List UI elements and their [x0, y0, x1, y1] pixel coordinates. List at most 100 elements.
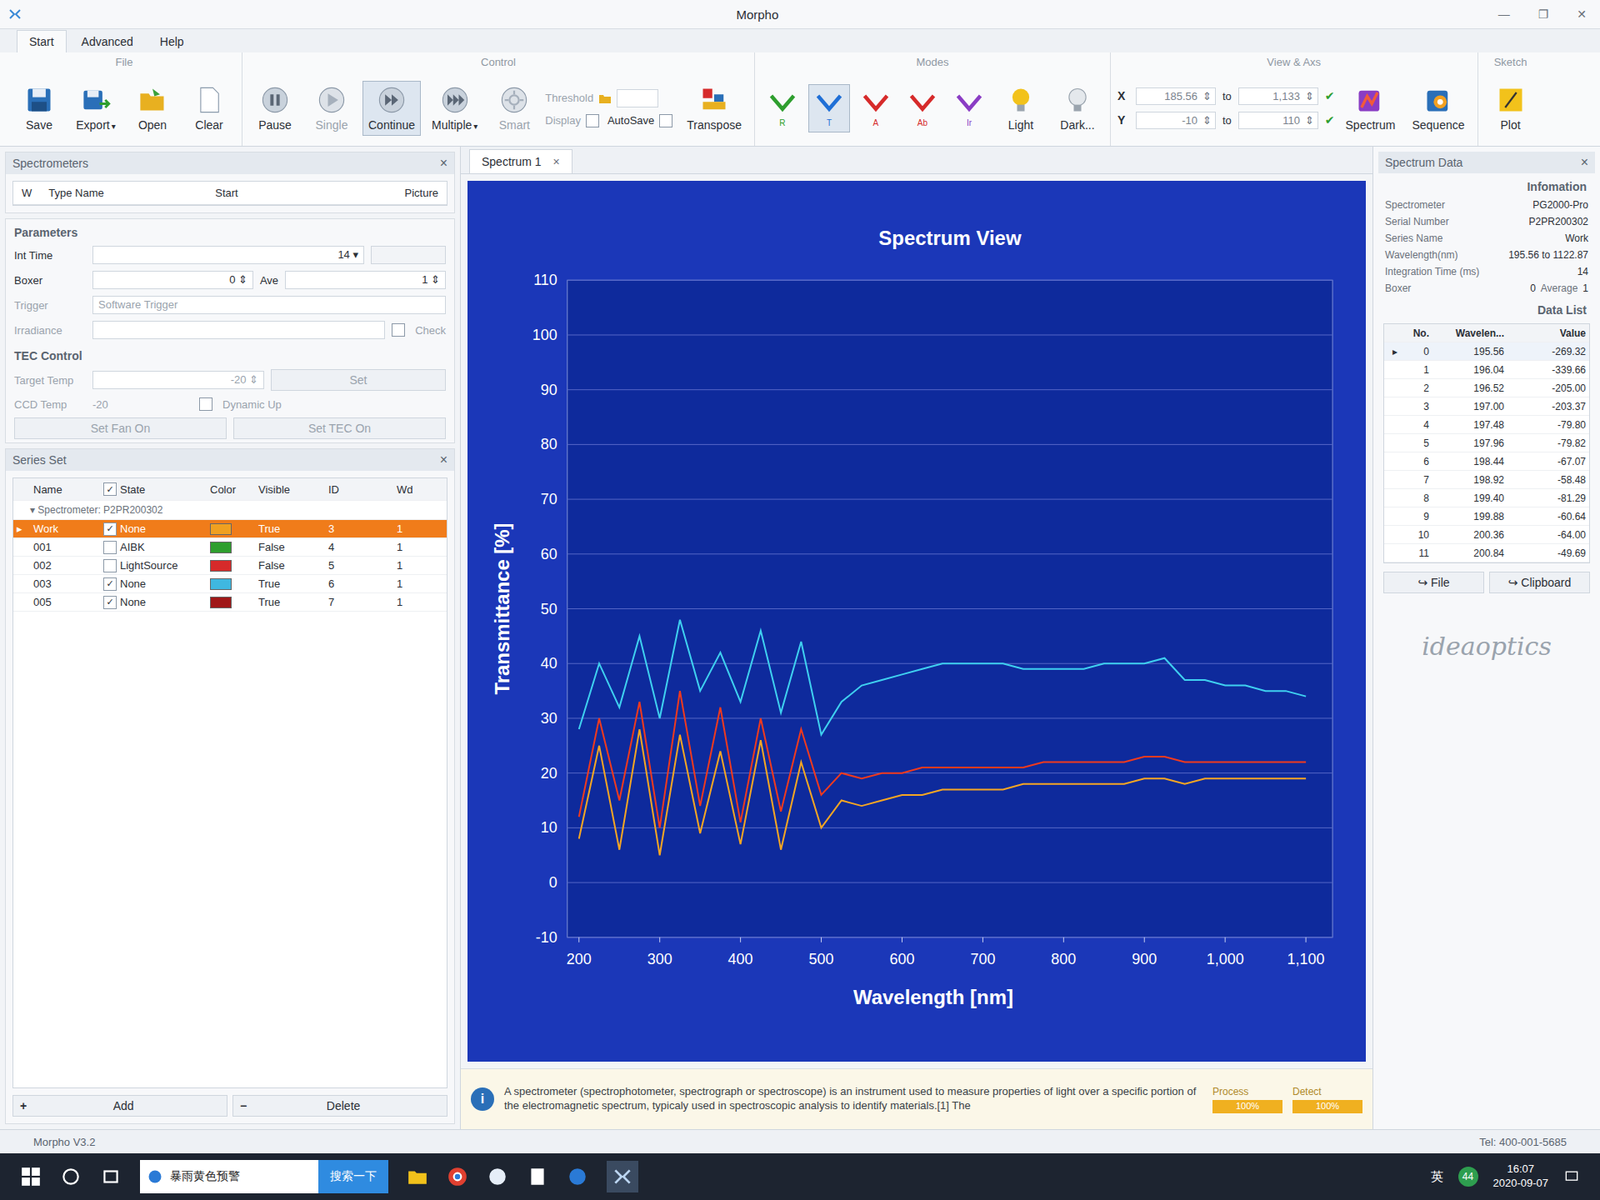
series-checkbox[interactable]: ✓	[103, 595, 117, 610]
color-swatch[interactable]	[210, 541, 232, 554]
chrome-icon[interactable]	[446, 1165, 469, 1188]
threshold-input[interactable]	[616, 89, 659, 108]
chart-canvas[interactable]: Spectrum View1101009080706050403020100-1…	[467, 180, 1366, 1062]
data-row[interactable]: 3197.00-203.37	[1384, 397, 1590, 416]
column-header[interactable]: Picture	[396, 181, 447, 205]
copy-clipboard-button[interactable]: ↪ Clipboard	[1489, 571, 1590, 594]
irradiance-input[interactable]	[92, 320, 385, 340]
series-row[interactable]: 005✓NoneTrue71	[13, 593, 447, 612]
data-row[interactable]: 10200.36-64.00	[1384, 525, 1590, 545]
series-checkbox[interactable]: ✓	[103, 522, 117, 536]
file-button[interactable]: Export▾	[70, 80, 122, 136]
select-all-checkbox[interactable]: ✓	[103, 482, 117, 496]
column-header[interactable]: Value	[1507, 327, 1590, 340]
close-tab-button[interactable]: ×	[553, 155, 560, 169]
task-view-icon[interactable]	[100, 1165, 122, 1188]
set-button[interactable]: Set	[270, 369, 446, 391]
column-header[interactable]: Wd	[393, 483, 434, 496]
add-button[interactable]: +Add	[12, 1095, 228, 1117]
color-swatch[interactable]	[210, 523, 232, 535]
folder-icon[interactable]	[406, 1165, 429, 1188]
spectrum-button[interactable]: Spectrum	[1340, 80, 1402, 136]
control-button[interactable]: Single	[305, 80, 358, 136]
column-header[interactable]: W	[13, 181, 40, 205]
mode-button[interactable]: Ab	[901, 84, 944, 133]
column-header[interactable]: Name	[30, 483, 100, 496]
document-tab[interactable]: Spectrum 1×	[469, 149, 573, 174]
transpose-button[interactable]: Transpose	[680, 80, 748, 136]
clock[interactable]: 16:072020-09-07	[1493, 1162, 1550, 1191]
window-control[interactable]: ❐	[1533, 7, 1555, 21]
axis-to-input[interactable]: 1,133⇕	[1238, 87, 1319, 105]
series-checkbox[interactable]: ✓	[103, 577, 117, 591]
mode-button[interactable]: R	[761, 84, 804, 133]
axis-to-input[interactable]: 110⇕	[1238, 111, 1319, 130]
control-button[interactable]: Pause	[249, 80, 301, 136]
file-button[interactable]: Clear	[183, 80, 235, 136]
target-temp-input[interactable]: -20 ⇕	[92, 370, 265, 390]
apply-check-icon[interactable]: ✔	[1325, 113, 1335, 127]
color-swatch[interactable]	[210, 596, 232, 609]
data-row[interactable]: 6198.44-67.07	[1384, 452, 1590, 471]
data-row[interactable]: 2196.52-205.00	[1384, 379, 1590, 398]
control-button[interactable]: Continue	[362, 80, 421, 136]
display-checkbox[interactable]	[585, 114, 600, 128]
data-row[interactable]: 5197.96-79.82	[1384, 434, 1590, 453]
series-row[interactable]: 002LightSourceFalse51	[13, 556, 447, 575]
close-button[interactable]: ×	[440, 452, 448, 468]
cortana-icon[interactable]	[60, 1165, 82, 1188]
taskbar-search[interactable]: 暴雨黄色预警搜索一下	[140, 1160, 389, 1194]
light-button[interactable]: Light	[995, 80, 1047, 136]
series-checkbox[interactable]	[103, 559, 117, 573]
column-header[interactable]: Type Name	[40, 181, 207, 205]
window-control[interactable]: ✕	[1571, 7, 1592, 21]
average-input[interactable]: 1 ⇕	[285, 270, 446, 290]
file-button[interactable]: Open	[126, 80, 179, 136]
menu-tab[interactable]: Advanced	[70, 30, 145, 53]
column-header[interactable]: Wavelen...	[1432, 327, 1508, 340]
data-row[interactable]: ▸0195.56-269.32	[1384, 342, 1590, 361]
set-fan-button[interactable]: Set Fan On	[14, 417, 227, 440]
file-button[interactable]: Save	[13, 80, 65, 136]
mode-button[interactable]: Ir	[948, 84, 990, 133]
column-header[interactable]: Start	[206, 181, 396, 205]
data-row[interactable]: 7198.92-58.48	[1384, 470, 1590, 490]
axis-from-input[interactable]: -10⇕	[1135, 111, 1216, 130]
autosave-checkbox[interactable]	[659, 114, 673, 128]
mode-button[interactable]: T	[808, 84, 850, 133]
menu-tab[interactable]: Help	[148, 30, 196, 53]
data-row[interactable]: 1196.04-339.66	[1384, 360, 1590, 380]
sequence-button[interactable]: Sequence	[1405, 80, 1470, 136]
series-row[interactable]: 001AIBKFalse41	[13, 538, 447, 557]
series-checkbox[interactable]	[103, 540, 117, 555]
apply-check-icon[interactable]: ✔	[1325, 89, 1335, 103]
check-checkbox[interactable]	[391, 323, 405, 337]
dynamic-up-checkbox[interactable]	[199, 397, 213, 411]
axis-from-input[interactable]: 185.56⇕	[1135, 87, 1216, 105]
control-button[interactable]: Multiple▾	[425, 80, 484, 136]
column-header[interactable]: Visible	[255, 483, 325, 496]
series-row[interactable]: ▸Work✓NoneTrue31	[13, 520, 447, 539]
plot-button[interactable]: Plot	[1485, 80, 1537, 136]
series-row[interactable]: 003✓NoneTrue61	[13, 575, 447, 594]
close-button[interactable]: ×	[1580, 155, 1589, 170]
morpho-taskbar-icon[interactable]	[606, 1160, 639, 1193]
int-time-input[interactable]: 14 ▾	[92, 245, 365, 265]
set-tec-button[interactable]: Set TEC On	[233, 417, 446, 440]
column-header[interactable]: ✓State	[100, 482, 207, 496]
dark-button[interactable]: Dark...	[1051, 80, 1104, 136]
edge-icon[interactable]	[566, 1165, 589, 1188]
data-row[interactable]: 8199.40-81.29	[1384, 489, 1590, 508]
document-icon[interactable]	[526, 1165, 549, 1188]
window-control[interactable]: —	[1493, 7, 1515, 21]
windows-start-icon[interactable]	[20, 1165, 42, 1188]
data-row[interactable]: 11200.84-49.69	[1384, 544, 1590, 563]
control-button[interactable]: Smart	[488, 80, 540, 136]
folder-icon[interactable]	[598, 91, 612, 105]
data-row[interactable]: 9199.88-60.64	[1384, 507, 1590, 526]
trigger-select[interactable]: Software Trigger	[92, 295, 446, 315]
search-button[interactable]: 搜索一下	[318, 1160, 389, 1194]
menu-tab[interactable]: Start	[16, 30, 67, 53]
column-header[interactable]: Color	[206, 483, 255, 496]
notification-icon[interactable]	[1563, 1168, 1580, 1185]
